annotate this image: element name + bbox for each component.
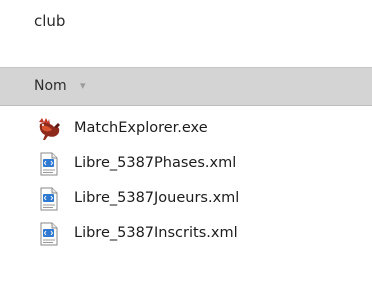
file-name: Libre_5387Joueurs.xml	[74, 190, 240, 206]
xml-file-icon	[36, 186, 62, 212]
file-row-phases[interactable]: Libre_5387Phases.xml	[32, 150, 352, 180]
file-row-joueurs[interactable]: Libre_5387Joueurs.xml	[32, 185, 352, 215]
file-row-matchexplorer[interactable]: MatchExplorer.exe	[32, 115, 352, 145]
file-name: Libre_5387Phases.xml	[74, 155, 237, 171]
xml-file-icon	[36, 151, 62, 177]
file-name: Libre_5387Inscrits.xml	[74, 225, 238, 241]
file-row-inscrits[interactable]: Libre_5387Inscrits.xml	[32, 220, 352, 250]
chevron-down-icon[interactable]: ▾	[80, 79, 86, 92]
folder-title: club	[34, 12, 66, 30]
rooster-app-icon	[36, 116, 62, 142]
file-name: MatchExplorer.exe	[74, 120, 208, 136]
column-header-name[interactable]: Nom	[34, 78, 67, 94]
column-header-bar: Nom ▾	[0, 67, 372, 106]
xml-file-icon	[36, 221, 62, 247]
